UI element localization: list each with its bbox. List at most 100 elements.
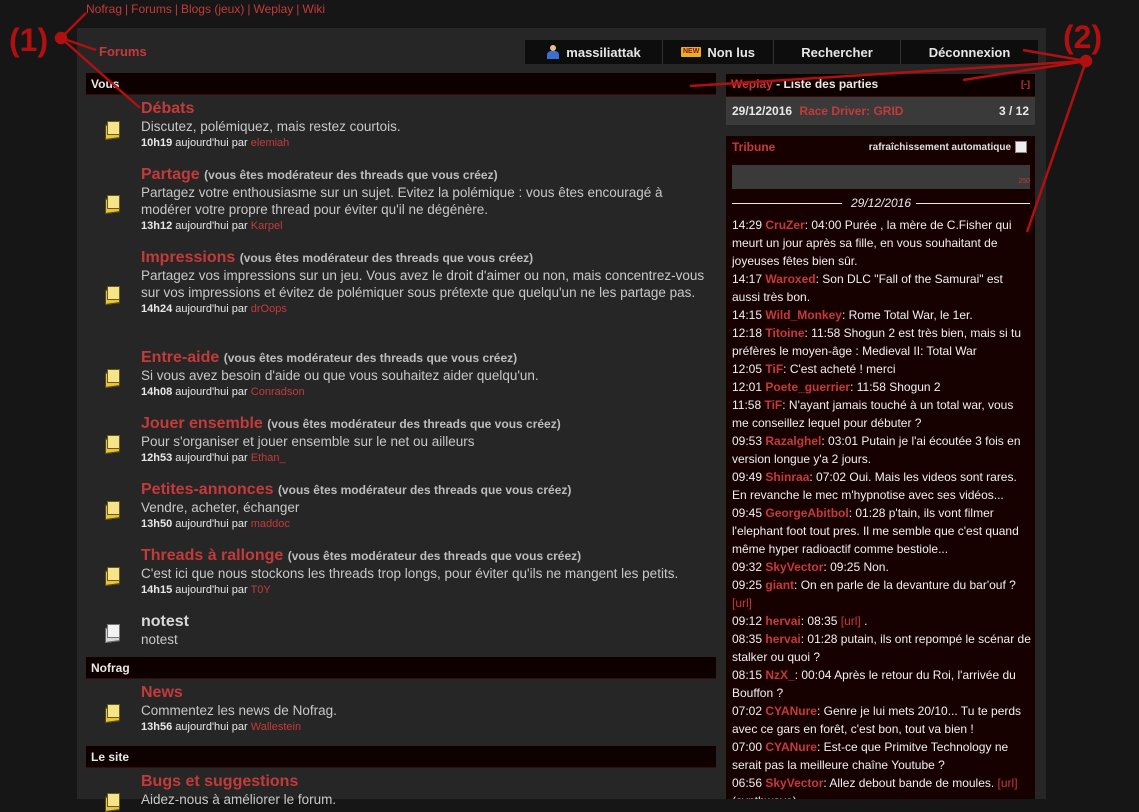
last-post-author-link[interactable]: drOops <box>251 303 287 315</box>
nav-weplay-link[interactable]: Weplay <box>253 2 293 16</box>
nav-separator: | <box>174 2 178 16</box>
folder-icon <box>104 792 120 810</box>
section-header-site: Le site <box>86 746 716 768</box>
forum-last-post: 13h56 aujourd'hui par Wallestein <box>141 720 713 734</box>
nav-blogs-link[interactable]: Blogs <box>181 2 211 16</box>
last-post-label: aujourd'hui par <box>175 452 248 464</box>
nav-jeux-link[interactable]: jeux <box>218 2 240 16</box>
logout-button[interactable]: Déconnexion <box>900 40 1038 64</box>
tribune-message: 07:00 CYANure: Est-ce que Primitve Techn… <box>732 738 1032 774</box>
folder-icon <box>104 120 120 138</box>
tribune-panel: Tribune rafraîchissement automatique 250… <box>726 136 1035 799</box>
message-author-link[interactable]: SkyVector <box>765 560 823 574</box>
last-post-label: aujourd'hui par <box>175 584 248 596</box>
message-author-link[interactable]: CruZer <box>765 218 804 232</box>
search-button[interactable]: Rechercher <box>773 40 900 64</box>
forum-last-post: 13h12 aujourd'hui par Karpel <box>141 219 713 233</box>
forum-description: Partagez vos impressions sur un jeu. Vou… <box>141 268 705 300</box>
forum-title-link[interactable]: Partage <box>141 166 200 183</box>
last-post-author-link[interactable]: Wallestein <box>251 721 301 733</box>
auto-refresh-checkbox[interactable] <box>1015 141 1027 153</box>
forum-title-link[interactable]: Entre-aide <box>141 349 219 366</box>
nav-forums-link[interactable]: Forums <box>131 2 172 16</box>
search-label: Rechercher <box>801 44 873 60</box>
folder-icon <box>104 285 120 303</box>
message-author-link[interactable]: Poete_guerrier <box>765 380 850 394</box>
weplay-link[interactable]: Weplay <box>731 77 773 91</box>
weplay-player-count: 3 / 12 <box>998 104 1029 118</box>
top-navigation: Nofrag | Forums | Blogs (jeux) | Weplay | Wiki <box>86 2 325 16</box>
tribune-message: 06:56 SkyVector: Allez debout bande de m… <box>732 774 1032 799</box>
user-toolbar: massiliattak NEW Non lus Rechercher Décon… <box>525 40 1038 64</box>
message-author-link[interactable]: GeorgeAbitbol <box>765 506 848 520</box>
tribune-message: 09:25 giant: On en parle de la devanture… <box>732 576 1032 612</box>
last-post-author-link[interactable]: maddoc <box>251 518 290 530</box>
nav-wiki-link[interactable]: Wiki <box>302 2 325 16</box>
tribune-message: 14:17 Waroxed: Son DLC "Fall of the Samu… <box>732 270 1032 306</box>
folder-icon <box>104 703 120 721</box>
last-post-author-link[interactable]: T0Y <box>251 584 271 596</box>
message-author-link[interactable]: Shinraa <box>765 470 809 484</box>
last-post-label: aujourd'hui par <box>175 220 248 232</box>
message-url-link[interactable]: [url] <box>732 596 752 610</box>
message-author-link[interactable]: hervai <box>765 632 800 646</box>
last-post-author-link[interactable]: elemiah <box>251 137 290 149</box>
message-author-link[interactable]: TiF <box>764 398 782 412</box>
weplay-game-row[interactable]: 29/12/2016 Race Driver: GRID 3 / 12 <box>726 97 1035 125</box>
message-author-link[interactable]: hervai <box>765 614 800 628</box>
nav-separator: | <box>247 2 251 16</box>
message-time: 09:25 <box>732 578 763 592</box>
message-author-link[interactable]: SkyVector <box>765 776 823 790</box>
folder-icon <box>104 434 120 452</box>
message-author-link[interactable]: Razalghel <box>765 434 821 448</box>
tribune-message: 08:15 NzX_: 00:04 Après le retour du Roi… <box>732 666 1032 702</box>
message-author-link[interactable]: TiF <box>765 362 783 376</box>
message-author-link[interactable]: NzX_ <box>765 668 794 682</box>
weplay-game-link[interactable]: Race Driver: GRID <box>799 104 903 118</box>
forum-title-link[interactable]: Petites-annonces <box>141 481 273 498</box>
forum-title-link[interactable]: Bugs et suggestions <box>141 773 298 790</box>
unread-button[interactable]: NEW Non lus <box>662 40 773 64</box>
message-author-link[interactable]: Waroxed <box>765 272 815 286</box>
annotation-label-2: (2) <box>1063 19 1103 55</box>
message-url-link[interactable]: [url] <box>841 614 861 628</box>
last-post-author-link[interactable]: Ethan_ <box>251 452 286 464</box>
weplay-collapse-button[interactable]: [-] <box>1021 74 1030 94</box>
forum-description: Discutez, polémiquez, mais restez courto… <box>141 119 401 134</box>
moderator-note: (vous êtes modérateur des threads que vo… <box>204 168 498 182</box>
message-time: 12:01 <box>732 380 763 394</box>
message-author-link[interactable]: CYANure <box>765 740 817 754</box>
last-post-author-link[interactable]: Conradson <box>251 386 305 398</box>
message-author-link[interactable]: CYANure <box>765 704 817 718</box>
forum-title-link[interactable]: Jouer ensemble <box>141 415 263 432</box>
message-time: 12:18 <box>732 326 763 340</box>
nav-nofrag-link[interactable]: Nofrag <box>86 2 122 16</box>
forum-title-link[interactable]: Débats <box>141 100 194 117</box>
user-profile-button[interactable]: massiliattak <box>525 40 662 64</box>
forum-title-link[interactable]: notest <box>141 613 189 630</box>
weplay-game-date: 29/12/2016 <box>732 104 793 118</box>
forum-description: notest <box>141 632 178 647</box>
last-post-label: aujourd'hui par <box>175 518 248 530</box>
message-time: 12:05 <box>732 362 763 376</box>
message-author-link[interactable]: giant <box>765 578 794 592</box>
nav-paren-close: ) <box>240 2 245 16</box>
forum-title-link[interactable]: News <box>141 684 183 701</box>
annotation-dot-2 <box>1079 54 1093 68</box>
last-post-time: 10h19 <box>141 137 173 149</box>
forum-description: Vendre, acheter, échanger <box>141 500 300 515</box>
forum-title-link[interactable]: Threads à rallonge <box>141 547 283 564</box>
forum-title-link[interactable]: Impressions <box>141 249 235 266</box>
last-post-label: aujourd'hui par <box>175 137 248 149</box>
tribune-title: Tribune <box>732 140 776 154</box>
tribune-message-input[interactable] <box>732 165 1030 189</box>
last-post-author-link[interactable]: Karpel <box>251 220 283 232</box>
last-post-time: 12h53 <box>141 452 173 464</box>
section-header-nofrag: Nofrag <box>86 657 716 679</box>
message-text: : Rome Total War, le 1er. <box>841 308 973 322</box>
message-author-link[interactable]: Titoine <box>765 326 804 340</box>
tribune-message: 07:02 CYANure: Genre je lui mets 20/10..… <box>732 702 1032 738</box>
message-author-link[interactable]: Wild_Monkey <box>765 308 842 322</box>
breadcrumb-forums[interactable]: Forums <box>99 44 147 59</box>
message-url-link[interactable]: [url] <box>998 776 1018 790</box>
